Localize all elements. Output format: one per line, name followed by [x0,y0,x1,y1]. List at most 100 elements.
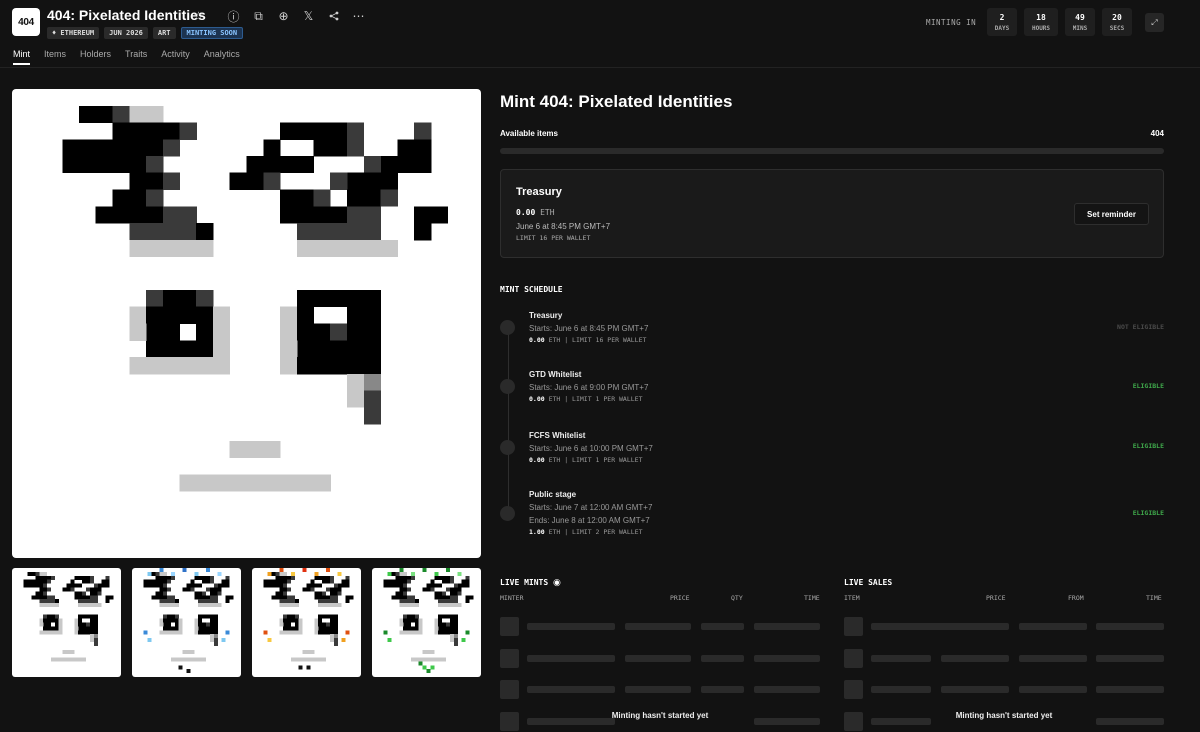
info-icon[interactable]: ⓘ [221,8,246,24]
pixel [78,603,102,608]
pixel [190,587,195,592]
minting-in-label: MINTING IN [926,18,977,27]
pixel [89,638,94,643]
tab-holders[interactable]: Holders [80,49,111,65]
pixel [174,618,179,623]
pixel [399,571,408,576]
pixel [341,638,346,643]
pixel [194,626,199,631]
pixel [43,618,48,631]
pixel [194,630,199,635]
pixel [205,568,210,573]
pixel [271,583,276,588]
pixel [167,595,175,600]
pixel [163,575,172,580]
pixel [294,618,299,623]
set-reminder-button[interactable]: Set reminder [1074,203,1149,225]
tab-activity[interactable]: Activity [161,49,190,65]
stage-limit: LIMIT 16 PER WALLET [516,234,591,242]
tab-items[interactable]: Items [44,49,66,65]
category-badge: ART [152,27,176,39]
stage-price-limit: 1.00 ETH | LIMIT 2 PER WALLET [529,528,643,536]
pixel [174,614,179,619]
pixel [198,599,218,604]
star-icon[interactable]: ☆ [186,8,211,24]
pixel [325,622,330,627]
pixel [302,649,315,654]
main-artwork[interactable] [12,89,481,558]
thumbnail-1[interactable] [12,568,121,677]
pixel [279,568,284,573]
pixel [387,638,392,643]
pixel [105,595,114,600]
tab-traits[interactable]: Traits [125,49,147,65]
pixel [318,630,338,635]
pixel [31,571,36,576]
pixel [162,340,214,358]
share-icon[interactable] [321,8,346,24]
pixel [280,357,298,375]
pixel [58,618,63,623]
pixel [74,591,83,596]
pixel [438,603,462,608]
stage-title: Treasury [516,186,562,198]
pixel [346,206,382,224]
thumbnail-3[interactable] [252,568,361,677]
pixel [31,595,48,600]
stage-dot [500,379,515,394]
pixel [163,591,168,596]
collection-logo: 404 [12,8,40,36]
pixel [31,583,36,588]
pixel [209,638,214,643]
pixel [101,579,110,584]
pixel [196,223,214,241]
pixel [399,603,419,608]
pixel [410,571,415,576]
pixel [407,618,412,623]
thumbnail-2[interactable] [132,568,241,677]
pixel [155,583,164,588]
pixel [151,583,156,588]
pixel [333,638,338,643]
pixel [74,595,90,600]
copy-icon[interactable]: ⧉ [246,8,271,24]
x-icon[interactable]: 𝕏 [296,8,321,24]
globe-icon[interactable]: ⊕ [271,8,296,24]
pixel [280,340,298,358]
pixel [275,571,280,576]
thumbnail-4[interactable] [372,568,481,677]
pixel [399,599,415,604]
pixel [146,189,164,207]
pixel [380,189,398,207]
pixel [179,289,197,308]
countdown-days: 2 DAYS [987,8,1017,36]
pixel [31,579,40,584]
stage-end: Ends: June 8 at 12:00 AM GMT+7 [529,516,650,525]
pixel [263,579,272,584]
pixel [202,591,207,596]
pixel [322,579,330,584]
pixel [70,579,75,584]
pixel [330,172,348,190]
pixel [89,622,98,627]
pixel [162,306,181,324]
expand-icon[interactable]: ⤢ [1145,13,1164,32]
more-icon[interactable]: ⋯ [346,8,371,24]
pixel [434,575,443,580]
list-item [500,617,820,637]
pixel [271,595,288,600]
pixel [438,626,458,631]
countdown-secs: 20 SECS [1102,8,1132,36]
pixel [89,575,94,580]
pixel [318,618,323,623]
pixel [178,618,183,623]
pixel [143,630,148,635]
pixel [93,641,98,646]
stage-start: Starts: June 6 at 8:45 PM GMT+7 [529,324,649,333]
live-sales-empty: Minting hasn't started yet [955,711,1053,720]
tab-analytics[interactable]: Analytics [204,49,240,65]
tab-mint[interactable]: Mint [13,49,31,65]
pixel [212,323,231,341]
pixel [194,583,203,588]
pixel [93,583,98,588]
